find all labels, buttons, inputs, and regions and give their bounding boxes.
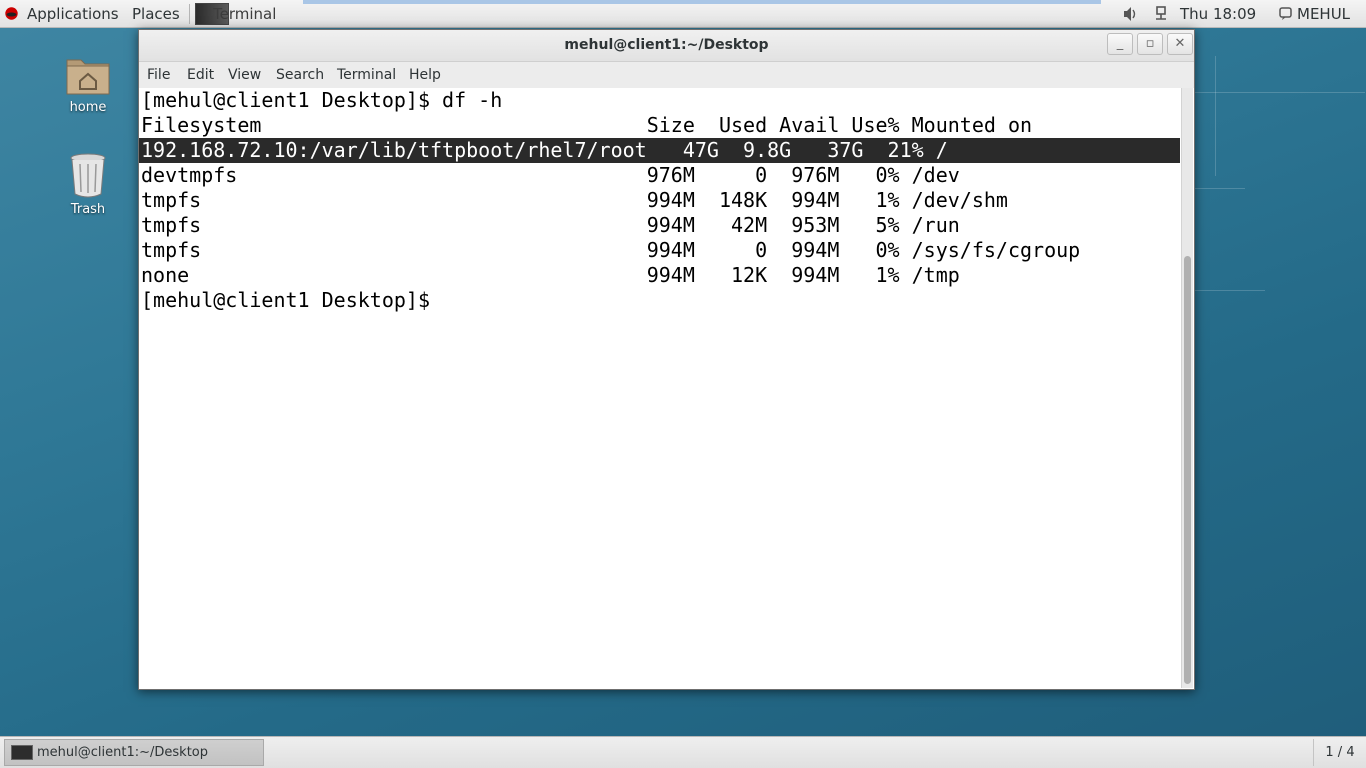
places-menu[interactable]: Places bbox=[132, 0, 180, 28]
separator bbox=[189, 4, 190, 24]
terminal-window: mehul@client1:~/Desktop _ ▫ ✕ File Edit … bbox=[138, 29, 1195, 690]
terminal-line: tmpfs 994M 42M 953M 5% /run bbox=[141, 213, 960, 237]
terminal-line: devtmpfs 976M 0 976M 0% /dev bbox=[141, 163, 960, 187]
window-title: mehul@client1:~/Desktop bbox=[564, 37, 769, 53]
background-line bbox=[1195, 92, 1365, 93]
bottom-panel: mehul@client1:~/Desktop 1 / 4 bbox=[0, 736, 1366, 768]
terminal-line: [mehul@client1 Desktop]$ df -h bbox=[141, 88, 503, 112]
menu-edit[interactable]: Edit bbox=[187, 62, 214, 88]
minimize-button[interactable]: _ bbox=[1107, 33, 1133, 55]
active-window-strip bbox=[303, 0, 1101, 4]
window-list-label: mehul@client1:~/Desktop bbox=[37, 745, 208, 760]
trash-icon bbox=[70, 153, 106, 198]
workspace-switcher[interactable]: 1 / 4 bbox=[1313, 739, 1366, 766]
terminal-line: tmpfs 994M 0 994M 0% /sys/fs/cgroup bbox=[141, 238, 1081, 262]
menu-bar: File Edit View Search Terminal Help bbox=[139, 62, 1194, 88]
taskbar-terminal-button[interactable]: Terminal bbox=[193, 1, 303, 27]
terminal-output[interactable]: [mehul@client1 Desktop]$ df -h Filesyste… bbox=[139, 88, 1182, 689]
menu-help[interactable]: Help bbox=[409, 62, 441, 88]
desktop-icon-label: home bbox=[69, 100, 107, 115]
window-titlebar[interactable]: mehul@client1:~/Desktop _ ▫ ✕ bbox=[139, 30, 1194, 62]
menu-view[interactable]: View bbox=[228, 62, 261, 88]
scrollbar-thumb[interactable] bbox=[1184, 256, 1191, 684]
terminal-line: none 994M 12K 994M 1% /tmp bbox=[141, 263, 960, 287]
terminal-line: tmpfs 994M 148K 994M 1% /dev/shm bbox=[141, 188, 1008, 212]
terminal-prompt: [mehul@client1 Desktop]$ bbox=[141, 288, 430, 312]
menu-search[interactable]: Search bbox=[276, 62, 324, 88]
user-chat-icon bbox=[1279, 0, 1293, 28]
maximize-button[interactable]: ▫ bbox=[1137, 33, 1163, 55]
clock[interactable]: Thu 18:09 bbox=[1180, 0, 1256, 28]
vertical-scrollbar[interactable] bbox=[1181, 88, 1193, 688]
desktop-icon-home[interactable]: home bbox=[50, 52, 126, 115]
volume-icon[interactable] bbox=[1122, 0, 1138, 28]
window-list-item-terminal[interactable]: mehul@client1:~/Desktop bbox=[4, 739, 264, 766]
user-menu[interactable]: MEHUL bbox=[1297, 0, 1350, 28]
background-line bbox=[1215, 56, 1216, 176]
desktop-icon-label: Trash bbox=[70, 202, 106, 217]
terminal-line-highlighted: 192.168.72.10:/var/lib/tftpboot/rhel7/ro… bbox=[139, 138, 1180, 163]
redhat-icon bbox=[5, 7, 18, 20]
applications-menu[interactable]: Applications bbox=[27, 0, 119, 28]
taskbar-terminal-label: Terminal bbox=[213, 5, 277, 23]
top-panel: Applications Places Terminal Thu 18:09 M… bbox=[0, 0, 1366, 28]
terminal-line: Filesystem Size Used Avail Use% Mounted … bbox=[141, 113, 1033, 137]
menu-terminal[interactable]: Terminal bbox=[337, 62, 396, 88]
close-button[interactable]: ✕ bbox=[1167, 33, 1193, 55]
menu-file[interactable]: File bbox=[147, 62, 170, 88]
home-folder-icon bbox=[66, 59, 110, 95]
background-line bbox=[1195, 188, 1245, 189]
network-icon[interactable] bbox=[1153, 0, 1169, 28]
background-line bbox=[1195, 290, 1265, 291]
desktop-icon-trash[interactable]: Trash bbox=[50, 152, 126, 217]
terminal-icon bbox=[11, 745, 33, 760]
